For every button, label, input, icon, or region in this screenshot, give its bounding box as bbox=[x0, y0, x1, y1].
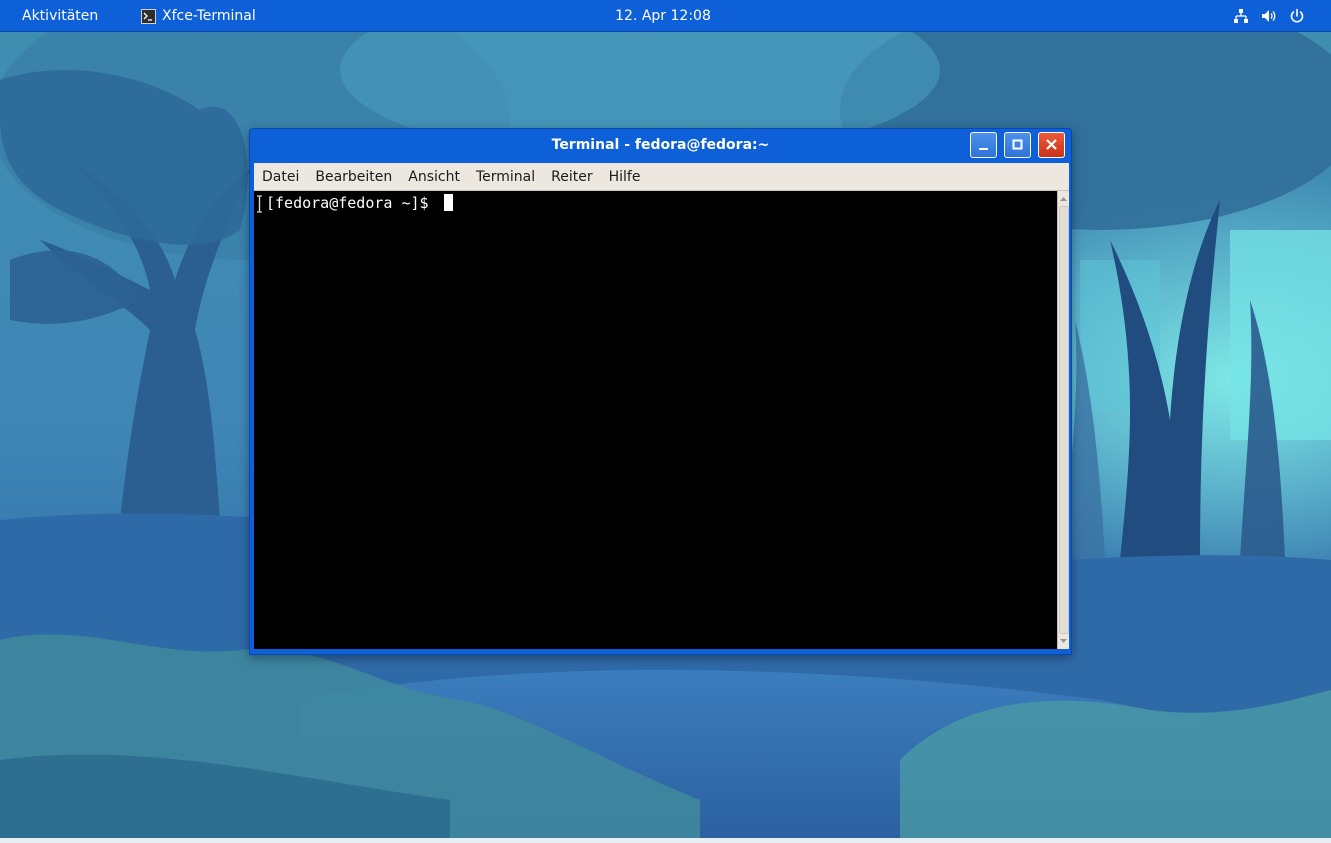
power-icon bbox=[1290, 8, 1304, 23]
scrollbar-thumb[interactable] bbox=[1059, 206, 1069, 634]
menu-reiter[interactable]: Reiter bbox=[543, 166, 600, 188]
shell-prompt: [fedora@fedora ~]$ bbox=[266, 194, 438, 212]
app-menu-button[interactable]: Xfce-Terminal bbox=[141, 7, 256, 25]
terminal-cursor bbox=[443, 194, 453, 211]
minimize-button[interactable] bbox=[970, 132, 997, 158]
menu-bar: Datei Bearbeiten Ansicht Terminal Reiter… bbox=[254, 163, 1069, 191]
network-icon bbox=[1234, 9, 1248, 23]
menu-terminal[interactable]: Terminal bbox=[468, 166, 543, 188]
minimize-icon bbox=[979, 148, 988, 150]
clock[interactable]: 12. Apr 12:08 bbox=[600, 7, 726, 25]
activities-button[interactable]: Aktivitäten bbox=[22, 7, 98, 25]
volume-icon bbox=[1262, 10, 1276, 22]
window-titlebar[interactable]: Terminal - fedora@fedora:~ bbox=[250, 129, 1071, 162]
screen-bottom-edge bbox=[0, 838, 1331, 843]
terminal-window: Terminal - fedora@fedora:~ Datei Bearbei… bbox=[249, 128, 1072, 655]
terminal-icon bbox=[141, 8, 156, 24]
menu-ansicht[interactable]: Ansicht bbox=[400, 166, 468, 188]
top-panel: Aktivitäten Xfce-Terminal 12. Apr 12:08 bbox=[0, 0, 1331, 32]
menu-datei[interactable]: Datei bbox=[254, 166, 307, 188]
menu-bearbeiten[interactable]: Bearbeiten bbox=[307, 166, 400, 188]
close-button[interactable] bbox=[1038, 132, 1065, 158]
text-cursor-ibeam-icon bbox=[257, 195, 262, 213]
app-menu-label: Xfce-Terminal bbox=[162, 8, 256, 24]
menu-hilfe[interactable]: Hilfe bbox=[601, 166, 649, 188]
window-title: Terminal - fedora@fedora:~ bbox=[551, 137, 770, 153]
scroll-up-arrow-icon[interactable] bbox=[1058, 193, 1069, 205]
scroll-down-arrow-icon[interactable] bbox=[1058, 635, 1069, 647]
terminal-area[interactable]: [fedora@fedora ~]$ bbox=[254, 191, 1057, 649]
desktop: Aktivitäten Xfce-Terminal 12. Apr 12:08 bbox=[0, 0, 1331, 843]
maximize-button[interactable] bbox=[1004, 132, 1031, 158]
prompt-line: [fedora@fedora ~]$ bbox=[266, 194, 453, 213]
terminal-scrollbar[interactable] bbox=[1057, 191, 1069, 649]
maximize-icon bbox=[1012, 139, 1023, 150]
system-status-area[interactable] bbox=[1233, 7, 1305, 25]
close-icon bbox=[1046, 139, 1057, 150]
